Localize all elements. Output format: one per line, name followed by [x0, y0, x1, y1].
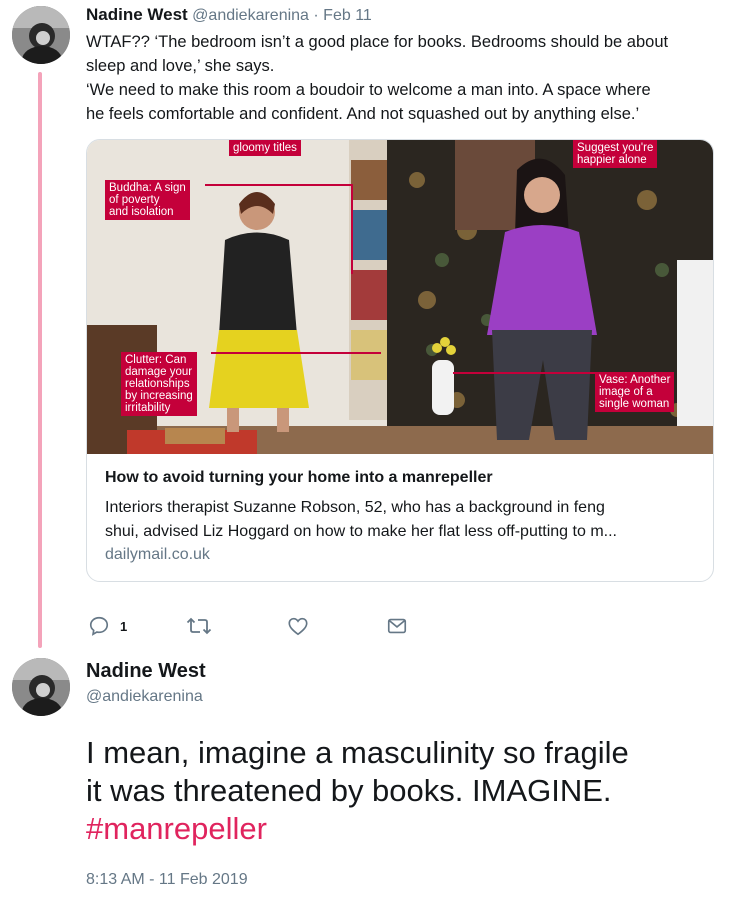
hashtag-link[interactable]: #manrepeller — [86, 810, 726, 848]
tweet-text-line: it was threatened by books. IMAGINE. — [86, 773, 612, 808]
card-domain[interactable]: dailymail.co.uk — [105, 546, 210, 564]
callout-line — [351, 184, 353, 274]
tweet-text-line: sleep and love,’ she says. — [86, 57, 275, 75]
avatar-photo — [12, 6, 70, 64]
reply-icon — [89, 616, 109, 636]
heart-icon — [288, 617, 308, 636]
tweet-timestamp[interactable]: 8:13 AM - 11 Feb 2019 — [86, 871, 248, 889]
callout-line — [211, 352, 381, 354]
author-handle[interactable]: @andiekarenina — [86, 688, 203, 706]
tweet-text: I mean, imagine a masculinity so fragile… — [86, 734, 726, 848]
retweet-button[interactable] — [186, 613, 212, 639]
tweet-date[interactable]: Feb 11 — [323, 7, 372, 24]
tweet-text-line: he feels comfortable and confident. And … — [86, 105, 640, 123]
link-card[interactable]: gloomy titles Buddha: A sign of poverty … — [86, 139, 714, 582]
callout-happier: Suggest you're happier alone — [573, 140, 658, 168]
tweet-text: WTAF?? ‘The bedroom isn’t a good place f… — [86, 30, 726, 126]
separator-dot: · — [313, 7, 319, 24]
card-title[interactable]: How to avoid turning your home into a ma… — [105, 469, 493, 487]
callout-gloomy: gloomy titles — [229, 140, 301, 156]
avatar-photo — [12, 658, 70, 716]
tweet-text-line: I mean, imagine a masculinity so fragile — [86, 735, 629, 770]
tweet-text-line: ‘We need to make this room a boudoir to … — [86, 81, 651, 99]
avatar[interactable] — [12, 658, 70, 716]
tweet-header: Nadine West @andiekarenina · Feb 11 — [86, 5, 372, 25]
callout-line — [453, 372, 595, 374]
card-description: Interiors therapist Suzanne Robson, 52, … — [105, 499, 617, 540]
reply-count: 1 — [120, 618, 128, 634]
callout-clutter: Clutter: Can damage your relationships b… — [121, 352, 197, 416]
author-handle[interactable]: @andiekarenina — [192, 7, 309, 24]
callout-vase: Vase: Another image of a single woman — [595, 372, 675, 412]
direct-message-button[interactable] — [386, 613, 408, 639]
avatar[interactable] — [12, 6, 70, 64]
callout-line — [205, 184, 353, 186]
author-name[interactable]: Nadine West — [86, 660, 206, 683]
tweet-text-line: WTAF?? ‘The bedroom isn’t a good place f… — [86, 33, 669, 51]
card-image[interactable]: gloomy titles Buddha: A sign of poverty … — [87, 140, 713, 454]
retweet-icon — [186, 617, 212, 635]
author-name[interactable]: Nadine West — [86, 5, 188, 24]
thread-line — [38, 72, 42, 648]
like-button[interactable] — [287, 613, 309, 639]
envelope-icon — [387, 618, 407, 634]
callout-buddha: Buddha: A sign of poverty and isolation — [105, 180, 190, 220]
reply-button[interactable]: 1 — [88, 613, 127, 639]
